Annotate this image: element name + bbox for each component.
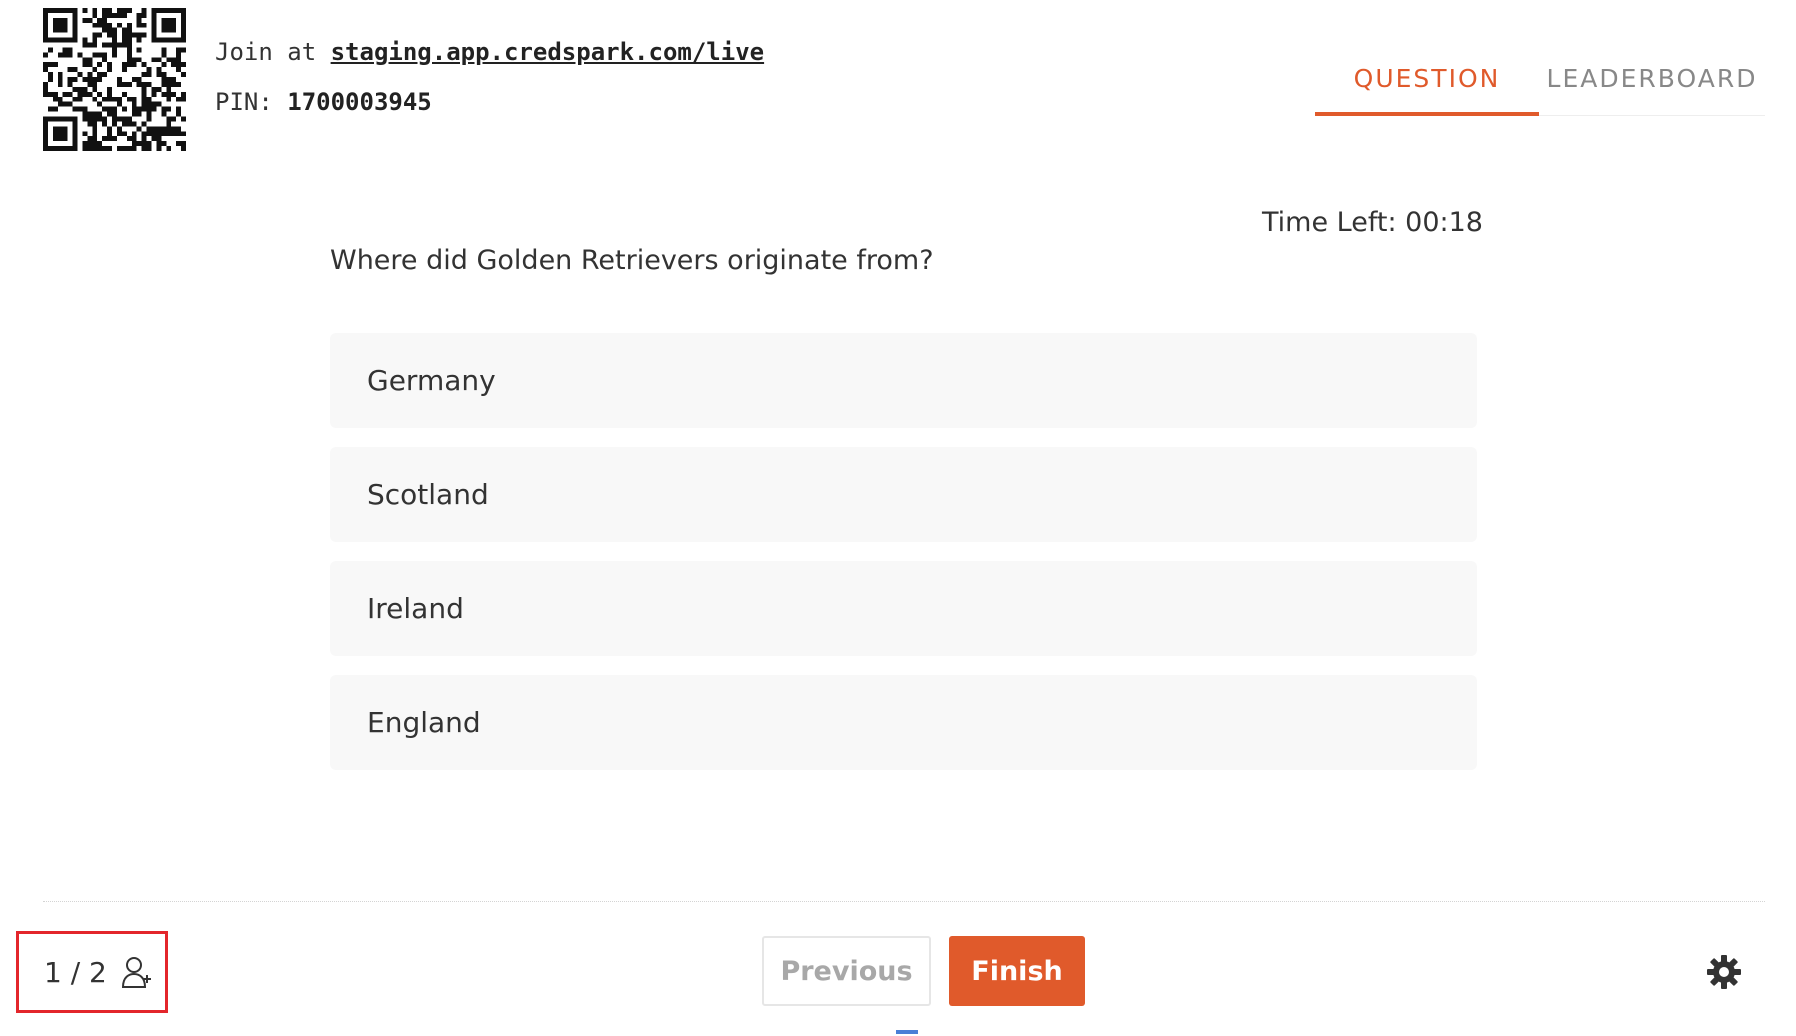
scroll-indicator <box>896 1030 918 1034</box>
answer-choices: Germany Scotland Ireland England <box>330 333 1477 789</box>
participant-count: 1 / 2 <box>44 955 107 989</box>
choice-ireland[interactable]: Ireland <box>330 561 1477 656</box>
join-url-link[interactable]: staging.app.credspark.com/live <box>331 38 764 66</box>
participant-counter: 1 / 2 <box>16 931 168 1013</box>
pin-display: PIN: 1700003945 <box>215 88 432 116</box>
finish-button[interactable]: Finish <box>949 936 1085 1006</box>
join-prefix: Join at <box>215 38 317 66</box>
tab-question[interactable]: QUESTION <box>1315 58 1539 116</box>
gear-icon[interactable] <box>1706 954 1742 990</box>
pin-value: 1700003945 <box>287 88 432 116</box>
footer-divider <box>43 901 1765 902</box>
choice-england[interactable]: England <box>330 675 1477 770</box>
qr-code-icon <box>43 8 186 151</box>
time-left: Time Left: 00:18 <box>1262 207 1483 238</box>
join-instructions: Join at staging.app.credspark.com/live <box>215 38 764 66</box>
previous-button[interactable]: Previous <box>762 936 931 1006</box>
choice-scotland[interactable]: Scotland <box>330 447 1477 542</box>
live-quiz-page: Join at staging.app.credspark.com/live P… <box>0 0 1796 1036</box>
view-tabs: QUESTION LEADERBOARD <box>1315 58 1765 116</box>
add-user-icon[interactable] <box>121 955 153 989</box>
question-text: Where did Golden Retrievers originate fr… <box>330 245 934 276</box>
choice-germany[interactable]: Germany <box>330 333 1477 428</box>
pin-label: PIN: <box>215 88 273 116</box>
tab-leaderboard[interactable]: LEADERBOARD <box>1539 58 1765 116</box>
